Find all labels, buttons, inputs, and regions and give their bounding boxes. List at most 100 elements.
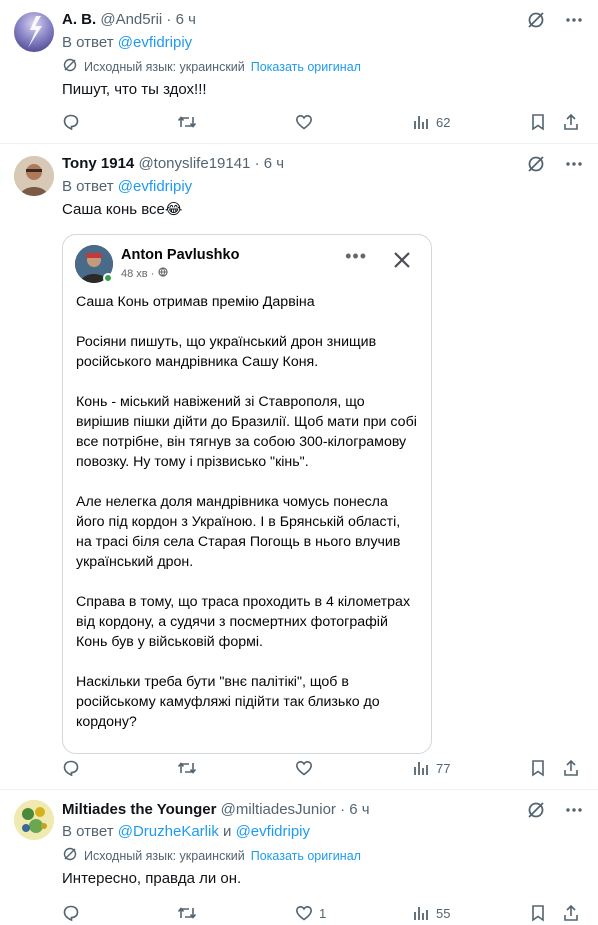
like-button[interactable] [295,110,319,134]
like-button[interactable]: 1 [295,901,326,925]
share-icon [562,904,580,922]
fb-more-icon: ••• [345,246,367,266]
translation-note: Исходный язык: украинский [84,849,245,863]
tweet-header: А. В. @And5rii · 6 ч [62,10,584,30]
avatar[interactable] [14,156,54,196]
author-name[interactable]: Tony 1914 [62,155,134,172]
heart-icon [295,759,313,777]
online-indicator [103,273,113,283]
bookmark-button[interactable] [530,756,546,780]
retweet-button[interactable] [177,756,203,780]
reply-conjunction: и [223,823,232,840]
reply-button[interactable] [62,756,86,780]
grok-icon[interactable] [526,154,546,180]
avatar[interactable] [14,800,54,840]
author-handle[interactable]: @And5rii · 6 ч [100,11,196,28]
tweet-3[interactable]: Miltiades the Younger @miltiadesJunior ·… [0,790,598,925]
views-button[interactable]: 55 [412,901,450,925]
retweet-icon [177,759,197,777]
translation-note: Исходный язык: украинский [84,60,245,74]
translation-notice: Исходный язык: украинский Показать ориги… [62,58,361,76]
reply-context: В ответ @evfidripiy [62,33,192,53]
show-original-link[interactable]: Показать оригинал [251,847,361,865]
more-options-icon[interactable] [564,154,584,180]
retweet-button[interactable] [177,110,203,134]
translate-icon [62,846,78,867]
reply-context: В ответ @DruzheKarlik и @evfidripiy [62,822,310,842]
reply-mention[interactable]: @evfidripiy [118,34,192,51]
views-button[interactable]: 77 [412,756,450,780]
reply-button[interactable] [62,110,86,134]
share-icon [562,113,580,131]
author-handle[interactable]: @miltiadesJunior · 6 ч [221,801,370,818]
show-original-link[interactable]: Показать оригинал [251,58,361,76]
translate-icon [62,57,78,78]
reply-prefix: В ответ [62,823,114,840]
fb-paragraph: Росіяни пишуть, що український дрон знищ… [76,334,377,370]
fb-paragraph: Саша Конь отримав премію Дарвіна [76,294,315,310]
retweet-icon [177,904,197,922]
bookmark-icon [530,113,546,131]
fb-time-text: 48 хв · [121,267,155,280]
avatar[interactable] [14,12,54,52]
tweet-2[interactable]: Tony 1914 @tonyslife19141 · 6 ч В ответ … [0,144,598,790]
views-icon [412,113,430,131]
fb-paragraph: Конь - міський навіжений зі Ставрополя, … [76,394,417,470]
author-name[interactable]: Miltiades the Younger [62,801,216,818]
like-button[interactable] [295,756,319,780]
reply-icon [62,904,80,922]
views-count: 62 [436,114,451,130]
tweet-text: Саша конь все😂 [62,201,183,218]
more-options-icon[interactable] [564,800,584,826]
views-button[interactable]: 62 [412,110,450,134]
fb-post-time: 48 хв · [121,267,168,280]
tweet-header: Miltiades the Younger @miltiadesJunior ·… [62,800,584,820]
action-bar: 1 55 [62,901,584,925]
fb-paragraph: Але нелегка доля мандрівника чомусь поне… [76,494,401,570]
action-bar: 77 [62,756,584,780]
grok-icon[interactable] [526,10,546,36]
share-button[interactable] [562,110,580,134]
action-bar: 62 [62,110,584,134]
like-count: 1 [319,905,327,921]
fb-author-name: Anton Pavlushko [121,247,240,263]
bookmark-icon [530,759,546,777]
heart-icon [295,113,313,131]
grok-icon[interactable] [526,800,546,826]
tweet-text: Пишут, что ты здох!!! [62,81,207,98]
heart-icon [295,904,313,922]
views-icon [412,904,430,922]
more-options-icon[interactable] [564,10,584,36]
share-icon [562,759,580,777]
reply-mention-2[interactable]: @evfidripiy [236,823,310,840]
author-name[interactable]: А. В. [62,11,96,28]
reply-context: В ответ @evfidripiy [62,177,192,197]
bookmark-icon [530,904,546,922]
reply-button[interactable] [62,901,86,925]
views-icon [412,759,430,777]
translation-notice: Исходный язык: украинский Показать ориги… [62,847,361,865]
tweet-1[interactable]: А. В. @And5rii · 6 ч В ответ @evfidripiy… [0,0,598,144]
fb-paragraph: Справа в тому, що траса проходить в 4 кі… [76,594,411,650]
bookmark-button[interactable] [530,110,546,134]
close-icon [391,249,413,275]
reply-icon [62,113,80,131]
tweet-text: Интересно, правда ли он. [62,870,242,887]
author-handle[interactable]: @tonyslife19141 · 6 ч [138,155,284,172]
share-button[interactable] [562,756,580,780]
retweet-icon [177,113,197,131]
fb-post-header: Anton Pavlushko 48 хв · ••• [75,245,419,285]
globe-icon [158,267,168,280]
retweet-button[interactable] [177,901,203,925]
views-count: 55 [436,905,451,921]
fb-paragraph: Наскільки треба бути "внє палітікі", щоб… [76,674,380,730]
bookmark-button[interactable] [530,901,546,925]
views-count: 77 [436,760,451,776]
reply-mention[interactable]: @evfidripiy [118,178,192,195]
reply-icon [62,759,80,777]
tweet-header: Tony 1914 @tonyslife19141 · 6 ч [62,154,584,174]
reply-mention[interactable]: @DruzheKarlik [118,823,219,840]
embedded-screenshot[interactable]: Anton Pavlushko 48 хв · ••• Саша Конь от… [62,234,432,754]
reply-prefix: В ответ [62,34,114,51]
share-button[interactable] [562,901,580,925]
